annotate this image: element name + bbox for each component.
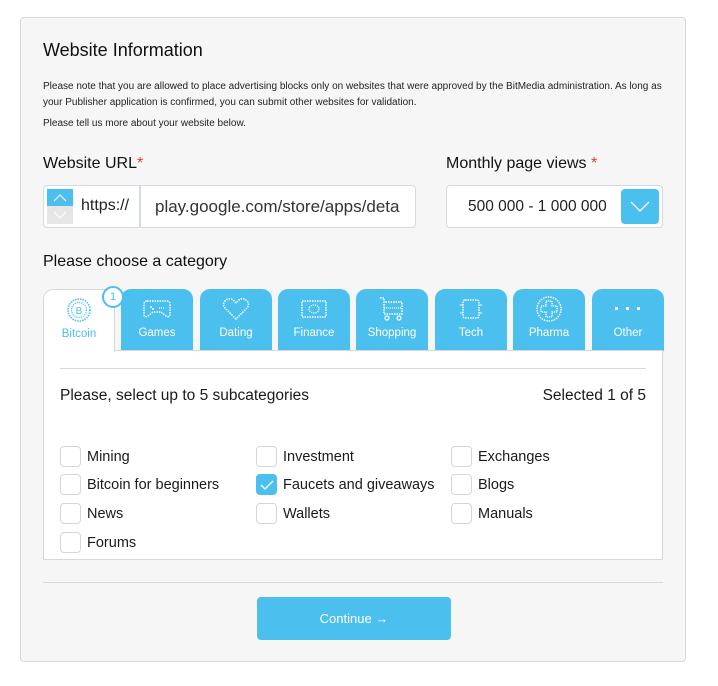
tab-label: Games (138, 327, 176, 339)
heart-icon (200, 295, 272, 323)
subcategory-panel: Please, select up to 5 subcategories Sel… (43, 350, 663, 560)
subcategory-checkbox-forums[interactable]: Forums (60, 532, 136, 553)
tab-other[interactable]: Other (592, 289, 664, 351)
checkbox[interactable] (451, 474, 472, 495)
tab-finance[interactable]: Finance (278, 289, 350, 351)
banknote-icon (278, 295, 350, 323)
checkbox[interactable] (60, 474, 81, 495)
subcategory-checkbox-manuals[interactable]: Manuals (451, 503, 533, 524)
tab-dating[interactable]: Dating (200, 289, 272, 351)
tab-label: Bitcoin (61, 328, 97, 340)
intro-note: Please tell us more about your website b… (43, 118, 246, 129)
more-dots-icon (592, 295, 664, 323)
tab-shopping[interactable]: Shopping (356, 289, 428, 351)
category-tabs: B Bitcoin 1 Games Dating Finance Shoppin… (43, 286, 664, 352)
protocol-value: https:// (81, 197, 130, 214)
tab-label: Dating (219, 327, 253, 339)
website-information-card: Website Information Please note that you… (20, 17, 686, 662)
subcategory-checkbox-bitcoin-for-beginners[interactable]: Bitcoin for beginners (60, 474, 219, 495)
divider (43, 582, 663, 583)
subcategory-checkbox-news[interactable]: News (60, 503, 123, 524)
cart-icon (356, 295, 428, 323)
protocol-down-button[interactable] (47, 206, 73, 224)
monthly-page-views-value: 500 000 - 1 000 000 (468, 198, 607, 215)
category-label: Please choose a category (43, 253, 228, 270)
protocol-up-button[interactable] (47, 189, 73, 206)
medical-cross-icon (513, 295, 585, 323)
divider (60, 368, 646, 369)
tab-label: Shopping (367, 327, 417, 339)
chevron-up-icon (53, 193, 67, 201)
tab-bitcoin[interactable]: B Bitcoin 1 (43, 286, 124, 352)
chip-icon (435, 295, 507, 323)
chevron-down-icon (53, 211, 67, 219)
required-mark: * (136, 155, 144, 172)
selected-count: Selected 1 of 5 (542, 387, 646, 404)
subcategory-checkbox-faucets-and-giveaways[interactable]: Faucets and giveaways (256, 474, 435, 495)
protocol-selector[interactable]: https:// (44, 186, 141, 227)
approval-note: Please note that you are allowed to plac… (43, 81, 662, 108)
tab-label: Tech (458, 327, 484, 339)
subcategory-checkbox-exchanges[interactable]: Exchanges (451, 446, 550, 467)
subcategory-checkbox-investment[interactable]: Investment (256, 446, 354, 467)
monthly-page-views-label: Monthly page views * (446, 155, 598, 172)
checkbox[interactable] (60, 446, 81, 467)
checkbox[interactable] (60, 532, 81, 553)
tab-label: Pharma (528, 327, 570, 339)
gamepad-icon (121, 295, 193, 323)
continue-button[interactable]: Continue → (257, 597, 451, 640)
checkmark-icon (260, 480, 273, 490)
checkbox[interactable] (451, 446, 472, 467)
website-url-field: https:// (43, 185, 416, 228)
checkbox-checked[interactable] (256, 474, 277, 495)
tab-label: Finance (293, 327, 335, 339)
svg-text:B: B (76, 306, 83, 317)
tab-label: Other (613, 327, 643, 339)
checkbox[interactable] (256, 446, 277, 467)
page-title: Website Information (43, 40, 203, 60)
subcategory-checkbox-mining[interactable]: Mining (60, 446, 130, 467)
checkbox[interactable] (256, 503, 277, 524)
dropdown-toggle-button[interactable] (621, 189, 659, 224)
tab-tech[interactable]: Tech (435, 289, 507, 351)
checkbox[interactable] (60, 503, 81, 524)
subcategory-checkbox-blogs[interactable]: Blogs (451, 474, 514, 495)
checkbox[interactable] (451, 503, 472, 524)
website-url-label: Website URL* (43, 155, 144, 172)
monthly-page-views-select[interactable]: 500 000 - 1 000 000 (446, 185, 663, 228)
tab-pharma[interactable]: Pharma (513, 289, 585, 351)
selected-count-badge: 1 (102, 286, 124, 308)
website-url-input[interactable] (141, 186, 415, 227)
required-mark: * (590, 155, 598, 172)
protocol-spinner[interactable] (47, 189, 73, 224)
tab-games[interactable]: Games (121, 289, 193, 351)
subcategory-checkbox-wallets[interactable]: Wallets (256, 503, 330, 524)
subcategory-heading: Please, select up to 5 subcategories (60, 387, 310, 404)
chevron-down-icon (630, 201, 650, 212)
